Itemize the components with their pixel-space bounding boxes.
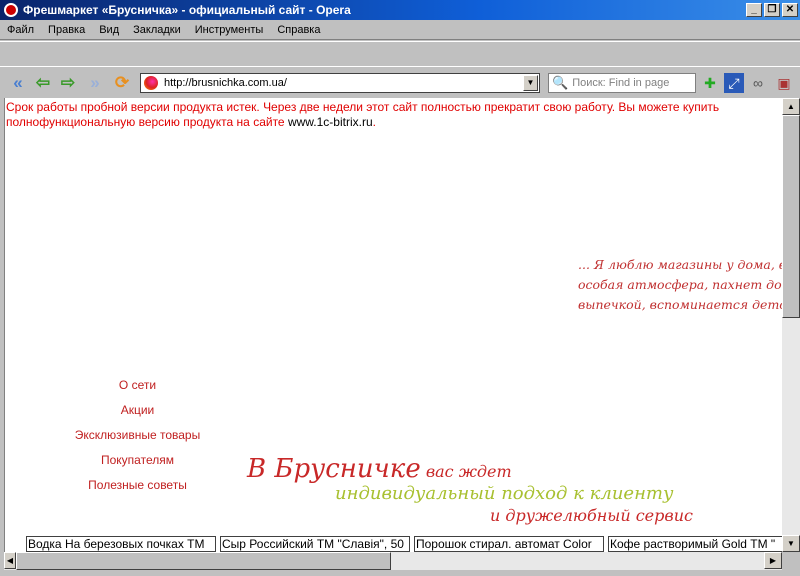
- scroll-up-icon[interactable]: ▲: [782, 98, 800, 115]
- quote: ... Я люблю магазины у дома, в особая ат…: [578, 255, 782, 315]
- menu-bookmarks[interactable]: Закладки: [126, 24, 188, 36]
- url-text[interactable]: http://brusnichka.com.ua/: [164, 77, 287, 89]
- product-item[interactable]: Порошок стирал. автомат Color: [414, 536, 604, 552]
- site-menu: О сети Акции Эксклюзивные товары Покупат…: [45, 375, 230, 500]
- menu-item-tips[interactable]: Полезные советы: [45, 475, 230, 500]
- title-bar: Фрешмаркет «Брусничка» - официальный сай…: [0, 0, 800, 20]
- slogan-line2: индивидуальный подход к клиенту: [335, 483, 674, 504]
- opera-logo-icon: [4, 3, 18, 17]
- close-button[interactable]: ✕: [782, 3, 798, 17]
- slogan-big: В Брусничке: [247, 454, 421, 484]
- page-content: Срок работы пробной версии продукта исте…: [4, 98, 782, 552]
- product-item[interactable]: Кофе растворимый Gold ТМ ": [608, 536, 782, 552]
- quote-line: выпечкой, вспоминается детс: [578, 297, 782, 312]
- quote-line: ... Я люблю магазины у дома, в: [578, 257, 782, 272]
- product-ticker: Водка На березовых почках ТМ Сыр Российс…: [26, 536, 782, 552]
- quote-line: особая атмосфера, пахнет до: [578, 277, 782, 292]
- search-input[interactable]: 🔍 Поиск: Find in page: [548, 73, 696, 93]
- vertical-scroll-thumb[interactable]: [782, 115, 800, 318]
- slogan-line3: и дружелюбный сервис: [490, 506, 693, 525]
- glasses-icon[interactable]: ∞: [748, 73, 768, 93]
- minimize-button[interactable]: _: [746, 3, 762, 17]
- product-item[interactable]: Сыр Российский ТМ "Славія", 50: [220, 536, 410, 552]
- reload-icon[interactable]: ⟳: [112, 73, 132, 93]
- menu-item-promotions[interactable]: Акции: [45, 400, 230, 425]
- rewind-icon[interactable]: «: [8, 73, 28, 93]
- restore-button[interactable]: ❐: [764, 3, 780, 17]
- bitrix-link[interactable]: www.1c-bitrix.ru: [288, 115, 373, 129]
- vertical-scrollbar[interactable]: ▲ ▼: [782, 98, 800, 552]
- window-title: Фрешмаркет «Брусничка» - официальный сай…: [23, 3, 351, 17]
- scroll-right-icon[interactable]: ▶: [764, 552, 782, 569]
- horizontal-scrollbar[interactable]: ◀ ▶: [4, 552, 782, 570]
- search-icon: 🔍: [552, 75, 569, 90]
- menu-bar: Файл Правка Вид Закладки Инструменты Спр…: [0, 20, 800, 40]
- fast-forward-icon[interactable]: »: [85, 73, 105, 93]
- scroll-down-icon[interactable]: ▼: [782, 535, 800, 552]
- back-icon[interactable]: ⇦: [33, 73, 53, 93]
- scroll-left-icon[interactable]: ◀: [4, 552, 16, 569]
- forward-icon[interactable]: ⇨: [58, 73, 78, 93]
- address-bar[interactable]: http://brusnichka.com.ua/ ▼: [140, 73, 540, 93]
- menu-tools[interactable]: Инструменты: [188, 24, 271, 36]
- horizontal-scroll-thumb[interactable]: [16, 552, 391, 570]
- fullscreen-icon[interactable]: ⤢: [724, 73, 744, 93]
- product-item[interactable]: Водка На березовых почках ТМ: [26, 536, 216, 552]
- menu-file[interactable]: Файл: [0, 24, 41, 36]
- empty-toolbar: [0, 41, 800, 67]
- add-bookmark-icon[interactable]: ✚: [700, 73, 720, 93]
- trial-notice: Срок работы пробной версии продукта исте…: [5, 98, 782, 130]
- menu-item-customers[interactable]: Покупателям: [45, 450, 230, 475]
- menu-help[interactable]: Справка: [270, 24, 327, 36]
- menu-item-about[interactable]: О сети: [45, 375, 230, 400]
- panel-icon[interactable]: ▣: [774, 73, 794, 93]
- menu-edit[interactable]: Правка: [41, 24, 92, 36]
- slogan-small: вас ждет: [420, 462, 512, 481]
- navigation-bar: « ⇦ ⇨ » ⟳ http://brusnichka.com.ua/ ▼ 🔍 …: [0, 68, 800, 98]
- site-favicon-icon: [144, 76, 158, 90]
- slogan-title: В Брусничке вас ждет: [247, 454, 512, 484]
- menu-item-exclusive[interactable]: Эксклюзивные товары: [45, 425, 230, 450]
- menu-view[interactable]: Вид: [92, 24, 126, 36]
- notice-end: .: [372, 115, 376, 129]
- address-dropdown-icon[interactable]: ▼: [523, 75, 538, 91]
- search-placeholder: Поиск: Find in page: [572, 77, 670, 89]
